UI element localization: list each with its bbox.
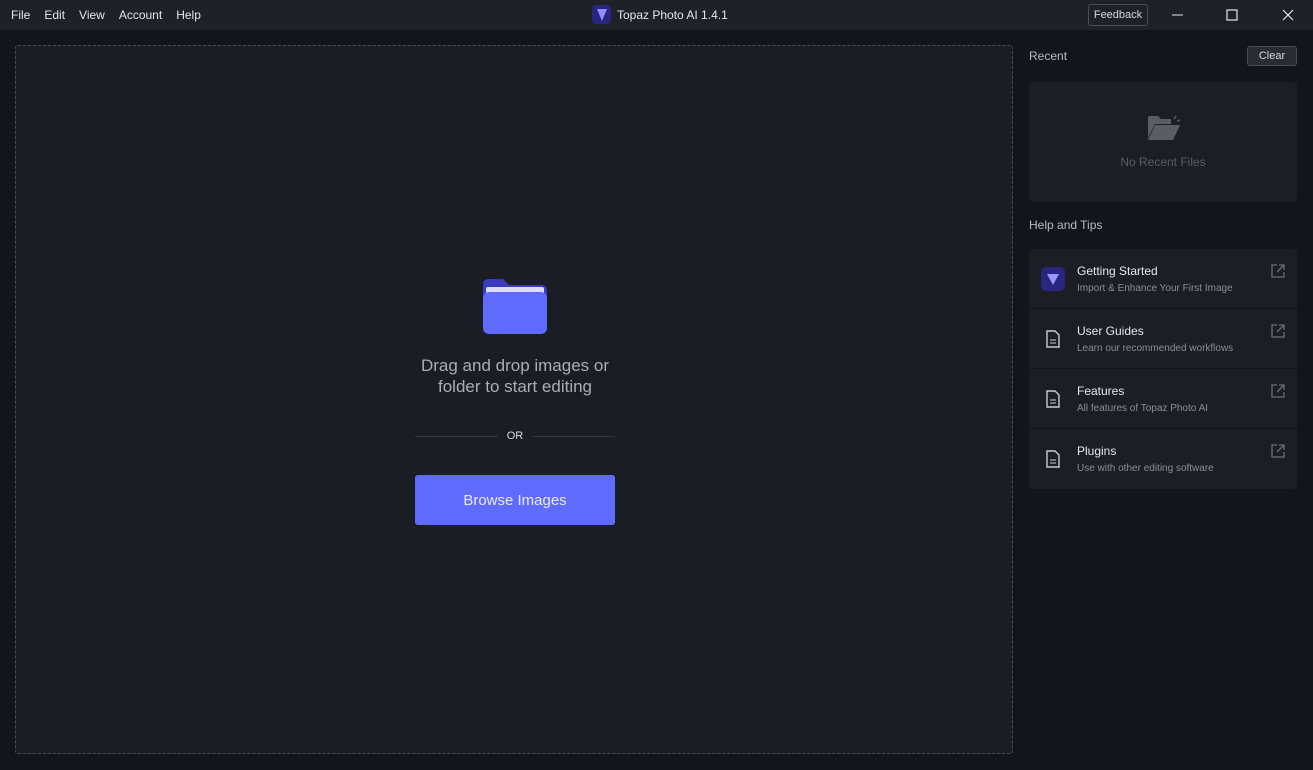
menu-file[interactable]: File xyxy=(4,8,37,22)
app-title: Topaz Photo AI 1.4.1 xyxy=(592,5,728,24)
help-item-subtitle: Use with other editing software xyxy=(1077,463,1214,474)
help-list: Getting Started Import & Enhance Your Fi… xyxy=(1029,249,1297,489)
topaz-logo-icon xyxy=(1041,267,1065,291)
topaz-logo-icon xyxy=(592,5,611,24)
document-icon xyxy=(1041,447,1065,471)
maximize-button[interactable] xyxy=(1209,0,1255,30)
close-icon xyxy=(1282,9,1294,21)
help-item-plugins[interactable]: Plugins Use with other editing software xyxy=(1029,429,1297,489)
recent-files-panel: No Recent Files xyxy=(1029,82,1297,202)
browse-images-button[interactable]: Browse Images xyxy=(415,475,615,525)
help-heading: Help and Tips xyxy=(1029,218,1103,232)
minimize-button[interactable] xyxy=(1155,0,1201,30)
folder-icon xyxy=(483,279,547,334)
document-icon xyxy=(1041,327,1065,351)
divider-line xyxy=(415,435,498,437)
or-label: OR xyxy=(506,430,524,442)
recent-heading: Recent xyxy=(1029,49,1068,63)
close-button[interactable] xyxy=(1265,0,1311,30)
drop-zone[interactable] xyxy=(15,45,1013,754)
external-link-icon xyxy=(1271,264,1285,278)
or-divider: OR xyxy=(415,430,615,442)
menu-view[interactable]: View xyxy=(72,8,112,22)
drop-instructions: Drag and drop images or folder to start … xyxy=(365,355,665,397)
app-title-text: Topaz Photo AI 1.4.1 xyxy=(617,7,728,22)
drop-text-line1: Drag and drop images or xyxy=(420,356,610,375)
help-item-getting-started[interactable]: Getting Started Import & Enhance Your Fi… xyxy=(1029,249,1297,309)
menu-edit[interactable]: Edit xyxy=(37,8,72,22)
help-item-user-guides[interactable]: User Guides Learn our recommended workfl… xyxy=(1029,309,1297,369)
drop-text-line2: folder to start editing xyxy=(437,377,593,396)
open-folder-icon xyxy=(1148,115,1181,140)
help-item-title: User Guides xyxy=(1077,324,1144,338)
document-icon xyxy=(1041,387,1065,411)
feedback-button[interactable]: Feedback xyxy=(1088,4,1148,26)
menu-account[interactable]: Account xyxy=(112,8,169,22)
help-item-subtitle: Learn our recommended workflows xyxy=(1077,343,1234,354)
minimize-icon xyxy=(1172,14,1183,16)
help-item-features[interactable]: Features All features of Topaz Photo AI xyxy=(1029,369,1297,429)
menu-help[interactable]: Help xyxy=(169,8,208,22)
help-item-title: Features xyxy=(1077,384,1125,398)
external-link-icon xyxy=(1271,324,1285,338)
maximize-icon xyxy=(1226,9,1238,21)
no-recent-files-text: No Recent Files xyxy=(1120,155,1206,169)
title-bar: File Edit View Account Help Topaz Photo … xyxy=(0,0,1313,30)
help-item-title: Getting Started xyxy=(1077,264,1158,278)
menu-bar: File Edit View Account Help xyxy=(4,8,208,22)
help-item-subtitle: Import & Enhance Your First Image xyxy=(1077,283,1233,294)
divider-line xyxy=(532,435,615,437)
external-link-icon xyxy=(1271,384,1285,398)
help-item-subtitle: All features of Topaz Photo AI xyxy=(1077,403,1209,414)
help-item-title: Plugins xyxy=(1077,444,1117,458)
clear-recent-button[interactable]: Clear xyxy=(1247,46,1297,66)
external-link-icon xyxy=(1271,444,1285,458)
